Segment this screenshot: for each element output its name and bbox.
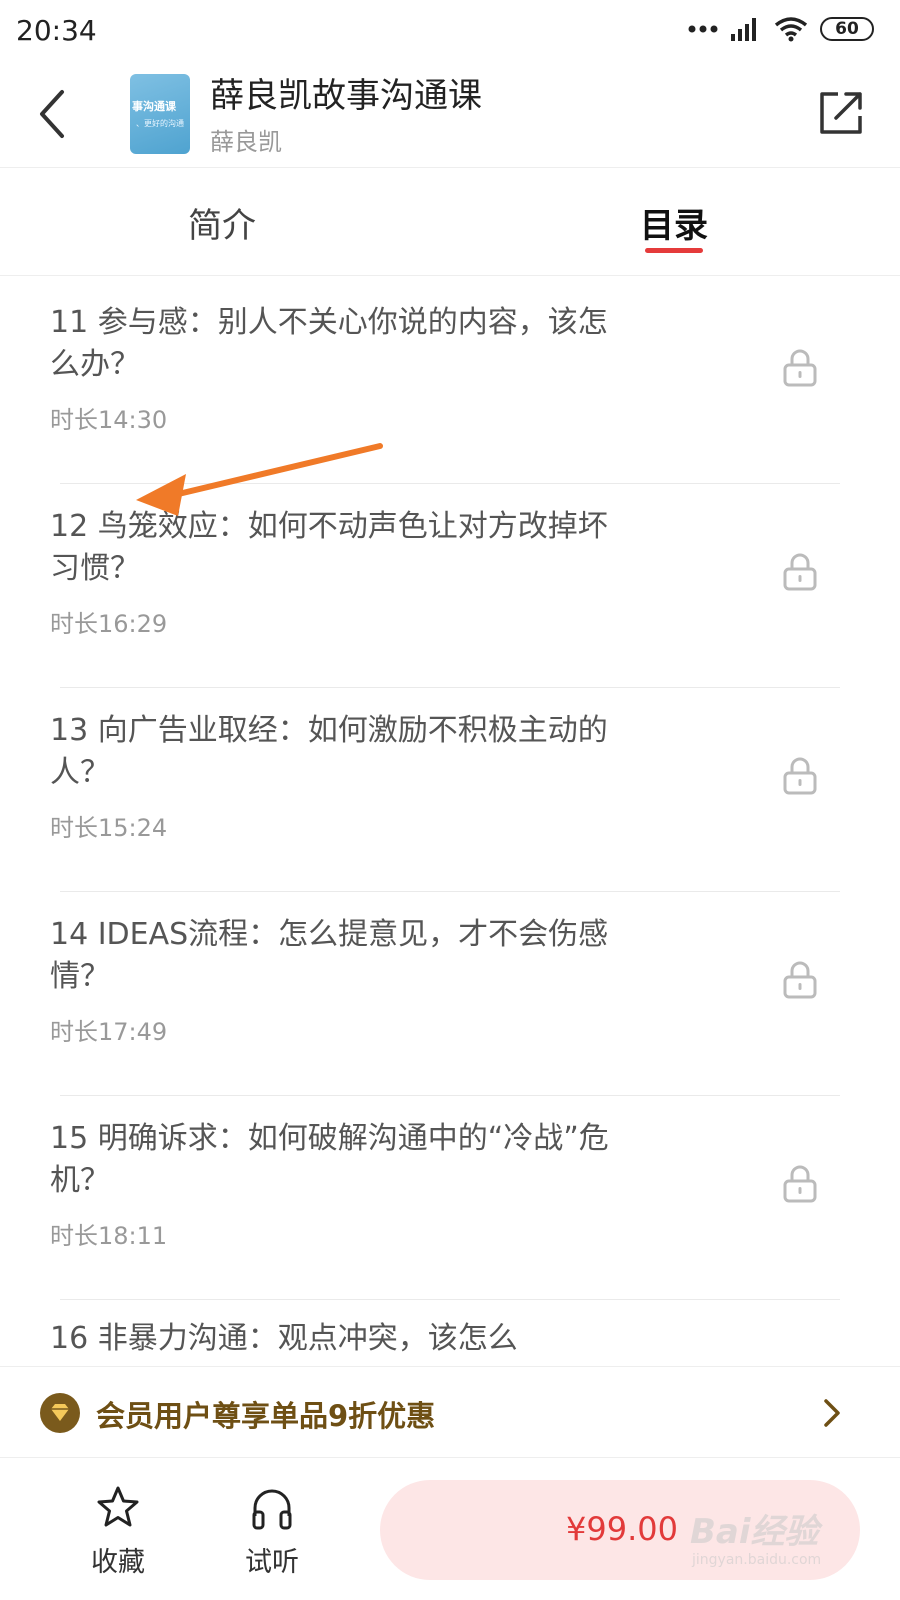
- listen-label: 试听: [245, 1547, 299, 1578]
- cover-title: 事沟通课: [132, 100, 176, 113]
- chevron-right-icon: [824, 1399, 840, 1427]
- lock-icon: [783, 349, 817, 387]
- favorite-button[interactable]: 收藏: [68, 1478, 168, 1578]
- lesson-title: 16 非暴力沟通：观点冲突，该怎么: [50, 1321, 518, 1356]
- lesson-item[interactable]: 13 向广告业取经：如何激励不积极主动的人？ 时长15:24: [0, 684, 900, 892]
- more-dots-icon: [688, 25, 718, 33]
- annotation-arrow-icon: [136, 443, 383, 516]
- signal-icon: [731, 18, 756, 41]
- tab-bar: 简介 目录: [0, 168, 900, 276]
- lesson-duration: 时长18:11: [50, 1222, 168, 1250]
- course-title: 薛良凯故事沟通课: [210, 76, 482, 116]
- status-icons: 60: [688, 16, 874, 42]
- lesson-item[interactable]: 16 非暴力沟通：观点冲突，该怎么: [0, 1296, 900, 1366]
- watermark-logo: Bai经验: [690, 1512, 819, 1552]
- lesson-duration: 时长16:29: [50, 610, 168, 638]
- battery-icon: 60: [820, 17, 874, 41]
- lesson-item[interactable]: 15 明确诉求：如何破解沟通中的“冷战”危机？ 时长18:11: [0, 1092, 900, 1300]
- lesson-duration: 时长14:30: [50, 406, 168, 434]
- lesson-title: 13 向广告业取经：如何激励不积极主动的人？: [50, 713, 608, 790]
- lesson-duration: 时长17:49: [50, 1018, 168, 1046]
- status-time: 20:34: [16, 14, 97, 47]
- lock-icon: [783, 1165, 817, 1203]
- vip-diamond-icon: [40, 1393, 80, 1433]
- tab-catalog[interactable]: 目录: [640, 198, 708, 247]
- status-bar: 20:34 60: [0, 0, 900, 62]
- lock-icon: [783, 961, 817, 999]
- tab-intro[interactable]: 简介: [188, 198, 256, 247]
- member-discount-banner[interactable]: 会员用户尊享单品9折优惠: [0, 1366, 900, 1458]
- preview-listen-button[interactable]: 试听: [222, 1478, 322, 1578]
- lesson-title: 15 明确诉求：如何破解沟通中的“冷战”危机？: [50, 1121, 609, 1198]
- favorite-label: 收藏: [91, 1547, 145, 1578]
- lesson-title: 14 IDEAS流程：怎么提意见，才不会伤感情？: [50, 917, 609, 994]
- price-label: ¥99.00: [566, 1510, 678, 1548]
- share-icon[interactable]: [816, 88, 866, 138]
- active-tab-indicator: [645, 248, 703, 253]
- lock-icon: [783, 757, 817, 795]
- course-header: 事沟通课 、更好的沟通 薛良凯故事沟通课 薛良凯: [0, 62, 900, 168]
- course-author: 薛良凯: [210, 128, 282, 156]
- back-icon[interactable]: [30, 84, 74, 144]
- headphones-icon: [252, 1489, 292, 1530]
- wifi-icon: [774, 17, 808, 42]
- star-icon: [97, 1486, 139, 1527]
- watermark-url: jingyan.baidu.com: [692, 1552, 822, 1568]
- member-discount-text: 会员用户尊享单品9折优惠: [96, 1399, 436, 1433]
- lesson-duration: 时长15:24: [50, 814, 168, 842]
- cover-subtitle: 、更好的沟通: [136, 119, 184, 128]
- lesson-item[interactable]: 14 IDEAS流程：怎么提意见，才不会伤感情？ 时长17:49: [0, 888, 900, 1096]
- lock-icon: [783, 553, 817, 591]
- lesson-title: 11 参与感：别人不关心你说的内容，该怎么办？: [50, 305, 608, 382]
- course-cover[interactable]: 事沟通课 、更好的沟通: [130, 74, 190, 154]
- baidu-jingyan-watermark: Bai经验 jingyan.baidu.com: [690, 1500, 880, 1590]
